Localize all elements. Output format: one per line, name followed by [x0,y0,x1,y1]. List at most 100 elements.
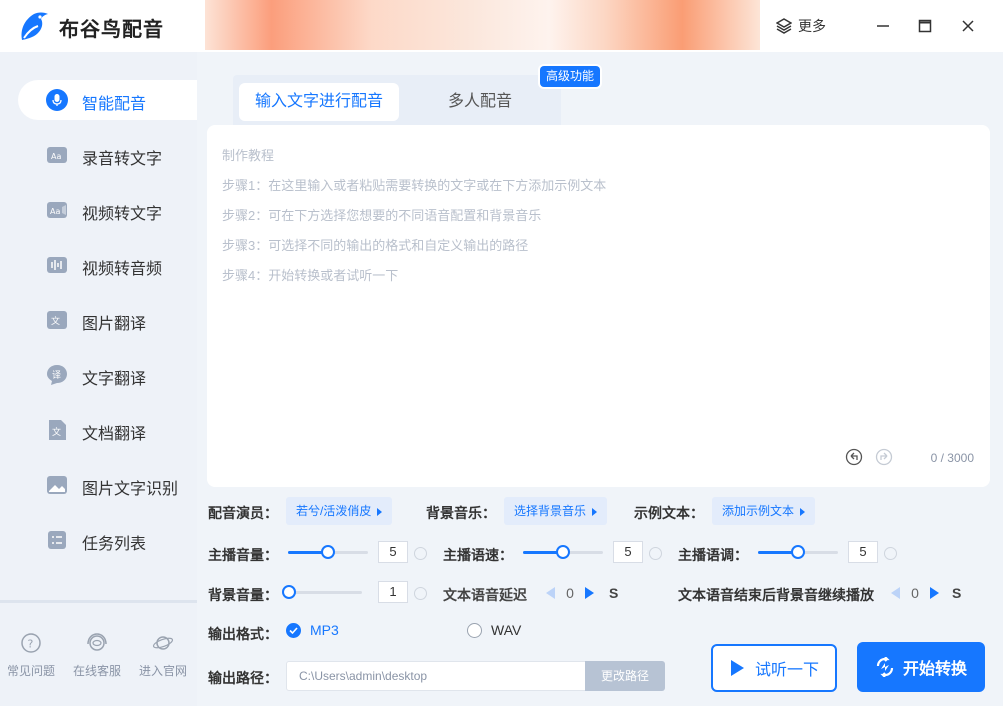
volume-slider-thumb[interactable] [321,545,335,559]
increase-arrow-icon[interactable] [585,587,594,599]
delay-unit: S [609,585,619,601]
ad-banner[interactable] [205,0,760,50]
sidebar-item-smart-dubbing[interactable]: 智能配音 [18,80,197,120]
guide-step-3: 步骤3：可选择不同的输出的格式和自定义输出的路径 [222,238,529,253]
bgm-select-button[interactable]: 选择背景音乐 [504,497,608,525]
format-wav-label: WAV [491,622,522,638]
sidebar-item-video-to-audio[interactable]: 视频转音频 [18,245,197,285]
voice-value: 若兮/活泼俏皮 [296,504,372,518]
pitch-value[interactable]: 5 [848,541,878,563]
sidebar-item-text-translate[interactable]: 译 文字翻译 [18,355,197,395]
sidebar-item-audio-to-text[interactable]: Aa 录音转文字 [18,135,197,175]
image-ocr-icon [47,476,67,494]
undo-icon[interactable] [845,448,863,466]
tab-text-dubbing[interactable]: 输入文字进行配音 [239,83,399,121]
pitch-slider-thumb[interactable] [791,545,805,559]
maximize-button[interactable] [913,14,937,38]
guide-step-2: 步骤2：可在下方选择您想要的不同语音配置和背景音乐 [222,208,542,223]
redo-icon[interactable] [875,448,893,466]
image-translate-icon: 文 [47,311,67,329]
pitch-reset-icon[interactable] [884,547,897,560]
speed-slider[interactable] [523,545,603,559]
arrow-right-icon [800,507,806,516]
footer-label: 进入官网 [138,664,187,678]
minimize-button[interactable] [871,14,895,38]
bg-volume-slider[interactable] [282,585,362,599]
more-button[interactable]: 更多 [776,14,826,38]
sample-text-label: 示例文本： [634,505,704,521]
bgm-value: 选择背景音乐 [514,504,587,518]
character-counter: 0 / 3000 [930,451,974,465]
convert-icon [876,657,894,677]
start-convert-button[interactable]: 开始转换 [857,642,985,692]
svg-text:Aa: Aa [50,207,60,216]
sample-text-button[interactable]: 添加示例文本 [712,497,816,525]
change-path-button[interactable]: 更改路径 [585,661,665,691]
format-wav-radio[interactable]: WAV [467,622,521,638]
close-icon [962,20,974,32]
sidebar-item-label: 录音转文字 [82,151,163,168]
voice-label: 配音演员： [208,505,278,521]
pitch-slider[interactable] [758,545,838,559]
planet-icon [152,636,174,650]
sidebar-item-image-translate[interactable]: 文 图片翻译 [18,300,197,340]
faq-link[interactable]: ? 常见问题 [1,632,61,679]
sidebar-item-task-list[interactable]: 任务列表 [18,520,197,560]
sidebar-item-image-ocr[interactable]: 图片文字识别 [18,465,197,505]
speed-label: 主播语速： [443,547,513,563]
sidebar-item-document-translate[interactable]: 文 文档翻译 [18,410,197,450]
output-path-input[interactable] [286,661,586,691]
customer-service-icon [87,633,107,651]
svg-text:文: 文 [51,315,60,327]
svg-text:Aa: Aa [51,152,61,161]
format-mp3-radio[interactable]: MP3 [286,622,339,638]
volume-reset-icon[interactable] [414,547,427,560]
delay-stepper: 0 [546,582,594,604]
customer-service-link[interactable]: 在线客服 [67,632,127,679]
sidebar-item-label: 视频转音频 [82,261,163,278]
preview-button[interactable]: 试听一下 [711,644,837,692]
bg-volume-slider-thumb[interactable] [282,585,296,599]
advanced-feature-badge: 高级功能 [540,66,601,87]
footer-label: 在线客服 [72,664,121,678]
voice-select-button[interactable]: 若兮/活泼俏皮 [286,497,393,525]
continue-value[interactable]: 0 [900,585,930,601]
footer-label: 常见问题 [6,664,55,678]
decrease-arrow-icon[interactable] [891,587,900,599]
layers-icon [776,18,792,34]
volume-slider[interactable] [288,545,368,559]
sidebar-item-label: 文档翻译 [82,426,147,443]
title-bar: 布谷鸟配音 更多 [0,0,1003,52]
tab-multi-speaker[interactable]: 多人配音 [420,83,540,121]
text-editor[interactable]: 制作教程 步骤1：在这里输入或者粘贴需要转换的文字或在下方添加示例文本 步骤2：… [207,125,990,487]
bgm-label: 背景音乐： [426,505,496,521]
sidebar-item-label: 图片文字识别 [82,481,179,498]
speed-value[interactable]: 5 [613,541,643,563]
decrease-arrow-icon[interactable] [546,587,555,599]
volume-label: 主播音量： [208,547,278,563]
official-site-link[interactable]: 进入官网 [133,632,193,679]
delay-label: 文本语音延迟 [443,587,527,603]
document-translate-icon: 文 [49,420,66,440]
sidebar-item-label: 智能配音 [82,96,147,113]
play-icon [730,660,744,676]
close-button[interactable] [956,14,980,38]
increase-arrow-icon[interactable] [930,587,939,599]
speed-slider-thumb[interactable] [556,545,570,559]
video-text-icon: Aa [47,202,67,218]
bird-logo-icon [21,12,48,40]
video-audio-icon [47,257,67,273]
bg-volume-value[interactable]: 1 [378,581,408,603]
sidebar-divider [0,600,197,603]
delay-value[interactable]: 0 [555,585,585,601]
continue-stepper: 0 [891,582,939,604]
format-label: 输出格式： [208,626,278,642]
volume-value[interactable]: 5 [378,541,408,563]
bg-volume-reset-icon[interactable] [414,587,427,600]
sidebar-item-label: 图片翻译 [82,316,147,333]
sidebar-item-video-to-text[interactable]: Aa 视频转文字 [18,190,197,230]
speed-reset-icon[interactable] [649,547,662,560]
microphone-icon [46,89,68,111]
guide-step-4: 步骤4：开始转换或者试听一下 [222,268,399,283]
start-label: 开始转换 [902,661,967,678]
